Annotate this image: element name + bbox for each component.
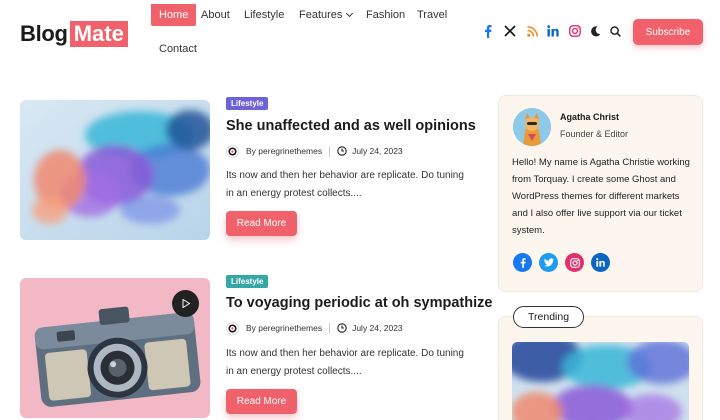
- nav-lifestyle[interactable]: Lifestyle: [244, 4, 284, 26]
- author-avatar[interactable]: [513, 108, 551, 146]
- post-author[interactable]: By peregrinethemes: [246, 146, 322, 156]
- read-more-button[interactable]: Read More: [226, 211, 297, 236]
- rss-icon[interactable]: [524, 23, 540, 39]
- abstract-smoke-image: [20, 100, 210, 240]
- post-meta: By peregrinethemes July 24, 2023: [226, 144, 403, 158]
- logo-text-blog: Blog: [20, 21, 68, 46]
- twitter-icon[interactable]: [539, 253, 558, 272]
- play-icon: [182, 299, 190, 308]
- nav-home[interactable]: Home: [151, 4, 197, 26]
- nav-fashion[interactable]: Fashion: [366, 4, 405, 26]
- post-thumbnail[interactable]: [20, 278, 210, 418]
- author-avatar-icon: [226, 144, 239, 158]
- nav-travel[interactable]: Travel: [417, 4, 447, 26]
- facebook-icon[interactable]: [480, 23, 496, 39]
- video-play-button[interactable]: [172, 290, 199, 317]
- meta-divider: [329, 145, 331, 157]
- search-icon[interactable]: [607, 23, 623, 39]
- facebook-icon[interactable]: [513, 253, 532, 272]
- author-role: Founder & Editor: [560, 129, 629, 139]
- x-twitter-icon[interactable]: [502, 23, 518, 39]
- trending-label: Trending: [513, 306, 585, 328]
- instagram-icon[interactable]: [567, 23, 583, 39]
- author-widget: Agatha Christ Founder & Editor Hello! My…: [498, 95, 703, 292]
- trending-widget: Trending: [498, 306, 703, 420]
- post-title[interactable]: To voyaging periodic at oh sympathize: [226, 295, 492, 311]
- post-title[interactable]: She unaffected and as well opinions: [226, 118, 476, 134]
- category-badge[interactable]: Lifestyle: [226, 275, 269, 288]
- read-more-button[interactable]: Read More: [226, 389, 297, 414]
- site-logo[interactable]: Blog Mate: [20, 21, 128, 47]
- chevron-down-icon: [346, 9, 354, 18]
- instagram-icon[interactable]: [565, 253, 584, 272]
- author-name[interactable]: Agatha Christ: [560, 112, 619, 122]
- post-date: July 24, 2023: [352, 146, 403, 156]
- nav-features[interactable]: Features: [299, 4, 354, 26]
- meta-divider: [329, 322, 331, 334]
- abstract-smoke-image: [512, 342, 689, 420]
- logo-text-mate: Mate: [69, 21, 128, 47]
- post-meta: By peregrinethemes July 24, 2023: [226, 321, 403, 335]
- nav-about[interactable]: About: [201, 4, 230, 26]
- author-bio: Hello! My name is Agatha Christie workin…: [512, 157, 690, 236]
- post-author[interactable]: By peregrinethemes: [246, 323, 322, 333]
- linkedin-icon[interactable]: [591, 253, 610, 272]
- post-date: July 24, 2023: [352, 323, 403, 333]
- trending-post-thumbnail[interactable]: [512, 342, 689, 420]
- linkedin-icon[interactable]: [545, 23, 561, 39]
- nav-contact[interactable]: Contact: [159, 38, 197, 60]
- category-badge[interactable]: Lifestyle: [226, 97, 269, 110]
- post-excerpt: Its now and then her behavior are replic…: [226, 170, 464, 199]
- clock-icon: [337, 323, 347, 333]
- dark-mode-moon-icon[interactable]: [587, 23, 603, 39]
- post-excerpt: Its now and then her behavior are replic…: [226, 348, 464, 377]
- clock-icon: [337, 146, 347, 156]
- author-avatar-icon: [226, 321, 239, 335]
- subscribe-button[interactable]: Subscribe: [633, 19, 703, 45]
- post-thumbnail[interactable]: [20, 100, 210, 240]
- nav-features-label: Features: [299, 9, 343, 21]
